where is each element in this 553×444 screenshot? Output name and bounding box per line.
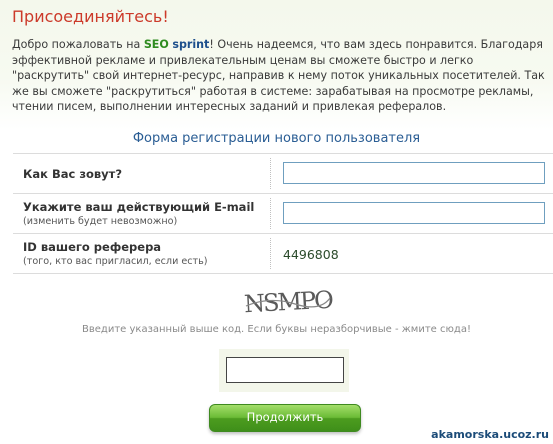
brand-sprint: sprint [172, 38, 210, 51]
name-label: Как Вас зовут? [23, 167, 123, 181]
captcha-image: NSMPO [243, 286, 334, 319]
captcha-hint-link[interactable]: Введите указанный выше код. Если буквы н… [0, 324, 553, 335]
brand-seo: SEO [143, 38, 169, 51]
page-title: Присоединяйтесь! [12, 7, 169, 26]
welcome-text: Добро пожаловать на SEO sprint! Очень на… [12, 37, 546, 115]
referrer-sublabel: (того, кто вас пригласил, если есть) [23, 256, 208, 267]
registration-form: Как Вас зовут? Укажите ваш действующий E… [13, 153, 553, 274]
welcome-section: Присоединяйтесь! Добро пожаловать на SEO… [0, 0, 553, 130]
name-row: Как Вас зовут? [13, 154, 553, 194]
captcha-input[interactable] [226, 357, 344, 383]
column-divider [270, 238, 271, 269]
continue-button[interactable]: Продолжить [209, 404, 361, 432]
referrer-label: ID вашего реферера [23, 240, 162, 254]
captcha-input-container [219, 349, 349, 392]
email-label: Укажите ваш действующий E-mail [23, 200, 255, 214]
watermark: akamorska.ucoz.ru [431, 428, 549, 441]
email-row: Укажите ваш действующий E-mail (изменить… [13, 194, 553, 234]
form-title: Форма регистрации нового пользователя [132, 131, 421, 146]
intro-text-start: Добро пожаловать на [12, 38, 144, 51]
email-sublabel: (изменить будет невозможно) [23, 216, 178, 227]
referrer-id-value: 4496808 [283, 247, 339, 262]
column-divider [270, 198, 271, 229]
referrer-row: ID вашего реферера (того, кто вас пригла… [13, 234, 553, 274]
column-divider [270, 158, 271, 189]
name-input[interactable] [283, 162, 545, 184]
email-input[interactable] [283, 202, 545, 224]
